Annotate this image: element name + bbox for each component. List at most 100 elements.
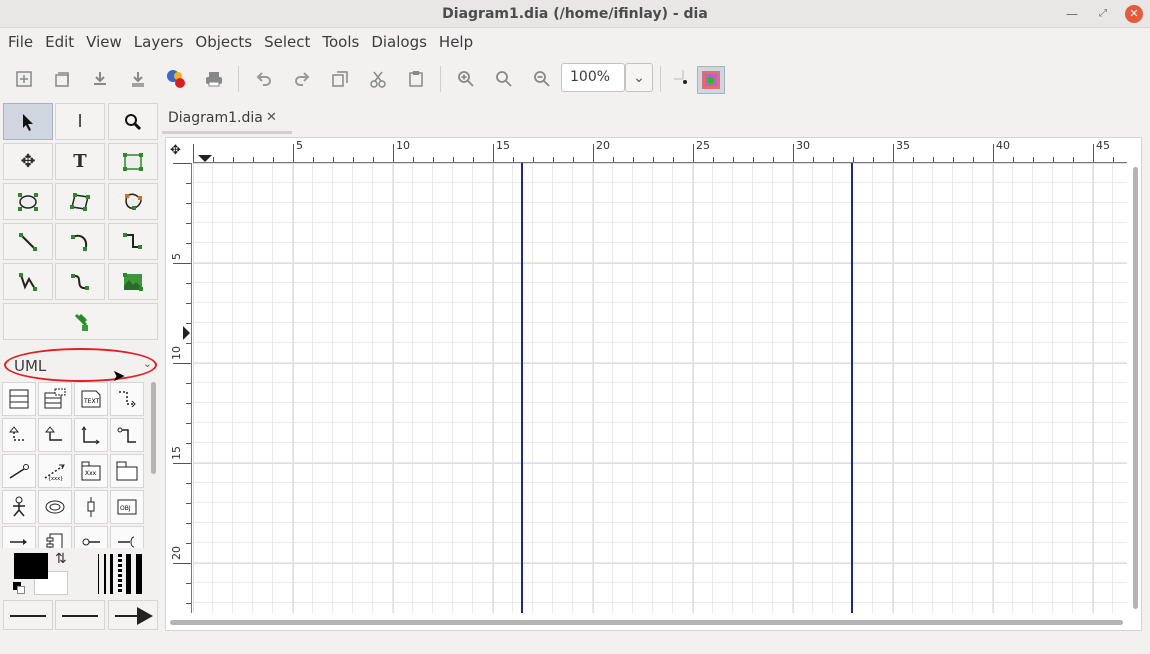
uml-component-shape[interactable] [38, 526, 72, 548]
paste-button[interactable] [403, 66, 429, 92]
bezierline-tool[interactable] [55, 263, 105, 300]
line-width-selector[interactable] [98, 554, 142, 594]
canvas-vertical-scrollbar[interactable] [1133, 167, 1138, 609]
maximize-button[interactable]: ⤢ [1094, 5, 1112, 23]
new-diagram-button[interactable] [11, 66, 37, 92]
snap-to-objects-button[interactable] [697, 66, 725, 94]
ruler-label: 40 [996, 139, 1010, 152]
save-button[interactable] [87, 66, 113, 92]
zoom-dropdown-button[interactable]: ⌄ [625, 63, 653, 92]
beziergon-tool[interactable] [108, 183, 158, 220]
scroll-tool[interactable]: ✥ [3, 143, 53, 180]
uml-implements-shape[interactable] [110, 418, 144, 452]
text-tool[interactable]: T [55, 143, 105, 180]
component-icon [46, 533, 63, 548]
sheet-scrollbar[interactable] [151, 382, 156, 474]
export-button[interactable] [163, 66, 189, 92]
magnify-tool[interactable] [108, 103, 158, 140]
diagram-canvas[interactable] [193, 163, 1127, 613]
large-package-icon [116, 461, 138, 481]
uml-usecase-shape[interactable] [38, 490, 72, 524]
line-style-selector[interactable] [55, 600, 105, 630]
cut-button[interactable] [365, 66, 391, 92]
uml-message-shape[interactable] [2, 526, 36, 548]
menu-edit[interactable]: Edit [39, 28, 80, 56]
uml-small-package-shape[interactable]: Xxx [74, 454, 108, 488]
menu-objects[interactable]: Objects [189, 28, 258, 56]
origin-move-icon[interactable]: ✥ [170, 143, 181, 158]
ruler-tick [933, 157, 934, 162]
zoom-fit-button[interactable] [491, 66, 517, 92]
uml-object-shape[interactable]: OBJ [110, 490, 144, 524]
ruler-tick [873, 157, 874, 162]
snap-to-grid-button[interactable] [670, 66, 696, 92]
uml-branch-shape[interactable] [110, 526, 144, 548]
polygon-tool[interactable] [55, 183, 105, 220]
open-button[interactable] [49, 66, 75, 92]
zigzagline-tool[interactable] [108, 223, 158, 260]
menu-help[interactable]: Help [433, 28, 479, 56]
uml-large-package-shape[interactable] [110, 454, 144, 488]
ellipse-tool[interactable] [3, 183, 53, 220]
arc-tool[interactable] [55, 223, 105, 260]
uml-constraint-shape[interactable]: {xxx} [38, 454, 72, 488]
ruler-label: 10 [396, 139, 410, 152]
menu-layers[interactable]: Layers [128, 28, 190, 56]
uml-lifeline-shape[interactable] [74, 490, 108, 524]
uml-shapes-grid: TEXT {xxx} Xxx OBJ [2, 380, 148, 548]
uml-dependency-shape[interactable] [110, 382, 144, 416]
redo-button[interactable] [289, 66, 315, 92]
ruler-tick [193, 144, 194, 162]
polyline-tool[interactable] [3, 263, 53, 300]
swap-colors-icon[interactable]: ⇅ [55, 551, 67, 567]
zoom-out-button[interactable] [529, 66, 555, 92]
tab-diagram1[interactable]: Diagram1.dia ✕ [162, 102, 292, 134]
print-icon [206, 72, 222, 87]
chevron-down-icon: ⌄ [633, 69, 645, 86]
save-as-button[interactable] [125, 66, 151, 92]
foreground-color-swatch[interactable] [14, 553, 48, 579]
menu-select[interactable]: Select [258, 28, 316, 56]
close-tab-icon[interactable]: ✕ [266, 110, 277, 125]
uml-realizes-shape[interactable] [2, 418, 36, 452]
ruler-tick [553, 157, 554, 162]
uml-template-class-shape[interactable] [38, 382, 72, 416]
line-tool[interactable] [3, 223, 53, 260]
ruler-tick [233, 157, 234, 162]
window-title: Diagram1.dia (/home/ifinlay) - dia [442, 6, 708, 22]
ruler-label: 10 [170, 346, 183, 360]
uml-generalization-shape[interactable] [38, 418, 72, 452]
text-edit-tool[interactable]: I [55, 103, 105, 140]
menu-file[interactable]: File [2, 28, 39, 56]
zoom-entry[interactable]: 100% [561, 63, 625, 92]
modify-tool[interactable] [3, 103, 53, 140]
ruler-tick [513, 157, 514, 162]
sheet-selector[interactable]: UML ⌄ [4, 348, 157, 382]
uml-note-shape[interactable]: TEXT [74, 382, 108, 416]
print-button[interactable] [201, 66, 227, 92]
ruler-label: 25 [696, 139, 710, 152]
default-colors-icon[interactable] [13, 582, 25, 594]
end-arrow-selector[interactable] [108, 600, 158, 630]
ruler-tick [186, 203, 191, 204]
outline-tool[interactable] [3, 303, 158, 340]
start-arrow-selector[interactable] [3, 600, 53, 630]
close-button[interactable]: ✕ [1125, 5, 1143, 23]
zoom-in-button[interactable] [453, 66, 479, 92]
undo-button[interactable] [251, 66, 277, 92]
ruler-tick [186, 303, 191, 304]
menu-view[interactable]: View [80, 28, 128, 56]
uml-class-shape[interactable] [2, 382, 36, 416]
menu-tools[interactable]: Tools [316, 28, 365, 56]
minimize-button[interactable]: — [1063, 5, 1081, 23]
copy-button[interactable] [327, 66, 353, 92]
image-tool[interactable] [108, 263, 158, 300]
uml-association-line-shape[interactable] [2, 454, 36, 488]
uml-node-shape[interactable] [74, 526, 108, 548]
menu-dialogs[interactable]: Dialogs [365, 28, 433, 56]
box-tool[interactable] [108, 143, 158, 180]
uml-association-shape[interactable] [74, 418, 108, 452]
ruler-tick [186, 223, 191, 224]
uml-actor-shape[interactable] [2, 490, 36, 524]
canvas-horizontal-scrollbar[interactable] [170, 620, 1123, 625]
